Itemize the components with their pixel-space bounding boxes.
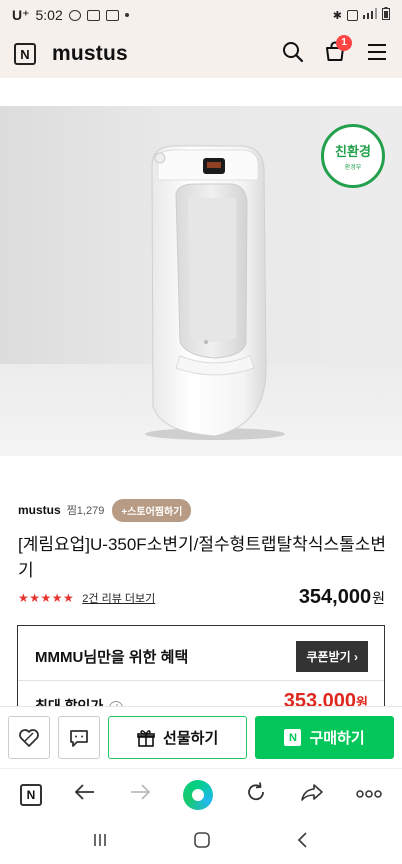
cart-button[interactable]: 1 [324,34,352,68]
eco-badge-main: 친환경 [335,144,371,159]
carrier-label: U⁺ [12,6,30,23]
share-icon[interactable] [300,782,324,807]
signal-icon [363,8,377,22]
browser-home-button[interactable]: N [20,783,42,806]
coupon-button[interactable]: 쿠폰받기 › [296,641,368,672]
green-dot-button[interactable] [182,779,213,810]
eco-badge-sub: 환경부 [344,165,362,171]
chevron-right-icon: › [354,650,358,664]
buy-button[interactable]: N 구매하기 [255,716,394,759]
gift-label: 선물하기 [163,730,219,747]
clock: 5:02 [35,7,63,23]
cart-count-badge: 1 [336,34,352,51]
rating-stars: ★★★★★ [18,591,75,605]
divider [18,680,384,681]
image-notification-icon [105,9,119,21]
forward-arrow-icon[interactable] [129,783,151,806]
rating-row: ★★★★★ 2건 리뷰 더보기 [18,590,155,606]
home-icon[interactable] [193,831,211,854]
app-header: N mustus 1 [0,30,402,78]
benefit-title: MMMU님만을 위한 혜택 [35,649,189,666]
heart-icon [19,728,39,747]
gallery-notification-icon [86,9,100,21]
price-currency: 원 [372,590,385,606]
store-favorite-button[interactable]: +스토어찜하기 [112,498,192,522]
eco-certification-badge: 친환경 환경부 [321,124,385,188]
product-price: 354,000원 [299,586,385,609]
chat-notification-icon [68,9,81,21]
gift-button[interactable]: 선물하기 [108,716,248,759]
seller-name[interactable]: mustus [18,503,61,517]
gift-icon [137,729,155,747]
buy-label: 구매하기 [309,730,365,747]
more-options-icon[interactable] [356,786,382,804]
status-bar: U⁺ 5:02 ✱ [0,0,402,30]
naver-pay-icon: N [284,729,302,746]
bluetooth-icon: ✱ [332,9,342,22]
naver-home-button[interactable]: N [14,43,36,65]
review-link[interactable]: 2건 리뷰 더보기 [82,590,155,606]
seller-row: mustus 찜1,279 +스토어찜하기 [18,498,192,522]
recent-apps-icon[interactable] [92,832,108,853]
refresh-icon[interactable] [245,781,267,808]
back-arrow-icon[interactable] [74,783,96,806]
battery-icon [382,7,390,23]
browser-toolbar: N [0,768,402,820]
product-title: [계림요업]U-350F소변기/절수형트랩탈착식스톨소변기 [18,535,387,580]
store-title[interactable]: mustus [52,42,128,66]
seller-likes: 찜1,279 [66,505,105,517]
wishlist-button[interactable] [8,716,51,759]
back-icon[interactable] [296,831,310,854]
purchase-action-bar: 선물하기 N 구매하기 [0,706,402,768]
search-icon[interactable] [282,41,304,68]
coupon-label: 쿠폰받기 [306,650,351,664]
system-navigation-bar [0,820,402,864]
talk-talk-button[interactable] [58,716,101,759]
product-image[interactable]: 친환경 환경부 [0,106,402,456]
menu-icon[interactable] [366,43,388,66]
price-value: 354,000 [298,586,372,608]
chat-icon [70,729,89,747]
wifi-icon [347,9,358,21]
more-notifications-icon [124,13,129,17]
